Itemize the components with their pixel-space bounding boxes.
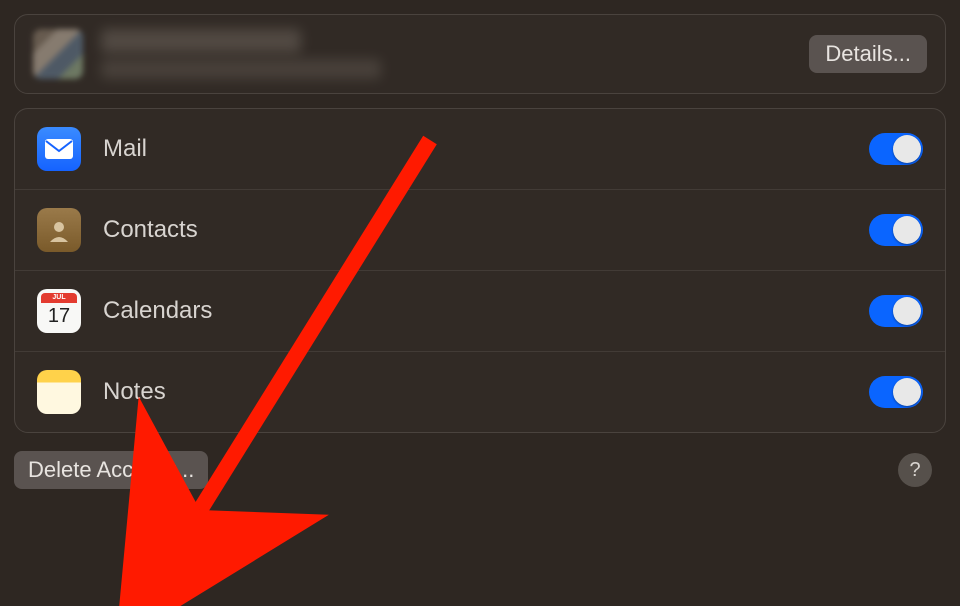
- service-row-mail: Mail: [15, 109, 945, 189]
- service-label: Contacts: [103, 216, 847, 244]
- service-row-contacts: Contacts: [15, 189, 945, 270]
- account-header-card: Details...: [14, 14, 946, 94]
- contacts-toggle[interactable]: [869, 214, 923, 246]
- mail-icon: [37, 127, 81, 171]
- calendar-icon: JUL 17: [37, 289, 81, 333]
- service-label: Mail: [103, 135, 847, 163]
- account-email-redacted: [101, 59, 381, 79]
- footer-row: Delete Account... ?: [14, 447, 946, 503]
- service-row-calendar: JUL 17 Calendars: [15, 270, 945, 351]
- calendar-toggle[interactable]: [869, 295, 923, 327]
- service-label: Notes: [103, 378, 847, 406]
- help-button[interactable]: ?: [898, 453, 932, 487]
- mail-toggle[interactable]: [869, 133, 923, 165]
- delete-account-button[interactable]: Delete Account...: [14, 451, 208, 489]
- calendar-day-label: 17: [37, 303, 81, 329]
- account-name-redacted: [101, 29, 301, 53]
- account-info: [101, 29, 791, 79]
- details-button[interactable]: Details...: [809, 35, 927, 73]
- notes-icon: [37, 370, 81, 414]
- service-label: Calendars: [103, 297, 847, 325]
- calendar-month-label: JUL: [41, 293, 77, 303]
- contacts-icon: [37, 208, 81, 252]
- service-row-notes: Notes: [15, 351, 945, 432]
- account-avatar: [33, 29, 83, 79]
- services-card: Mail Contacts JUL 17 Calendars Notes: [14, 108, 946, 433]
- notes-toggle[interactable]: [869, 376, 923, 408]
